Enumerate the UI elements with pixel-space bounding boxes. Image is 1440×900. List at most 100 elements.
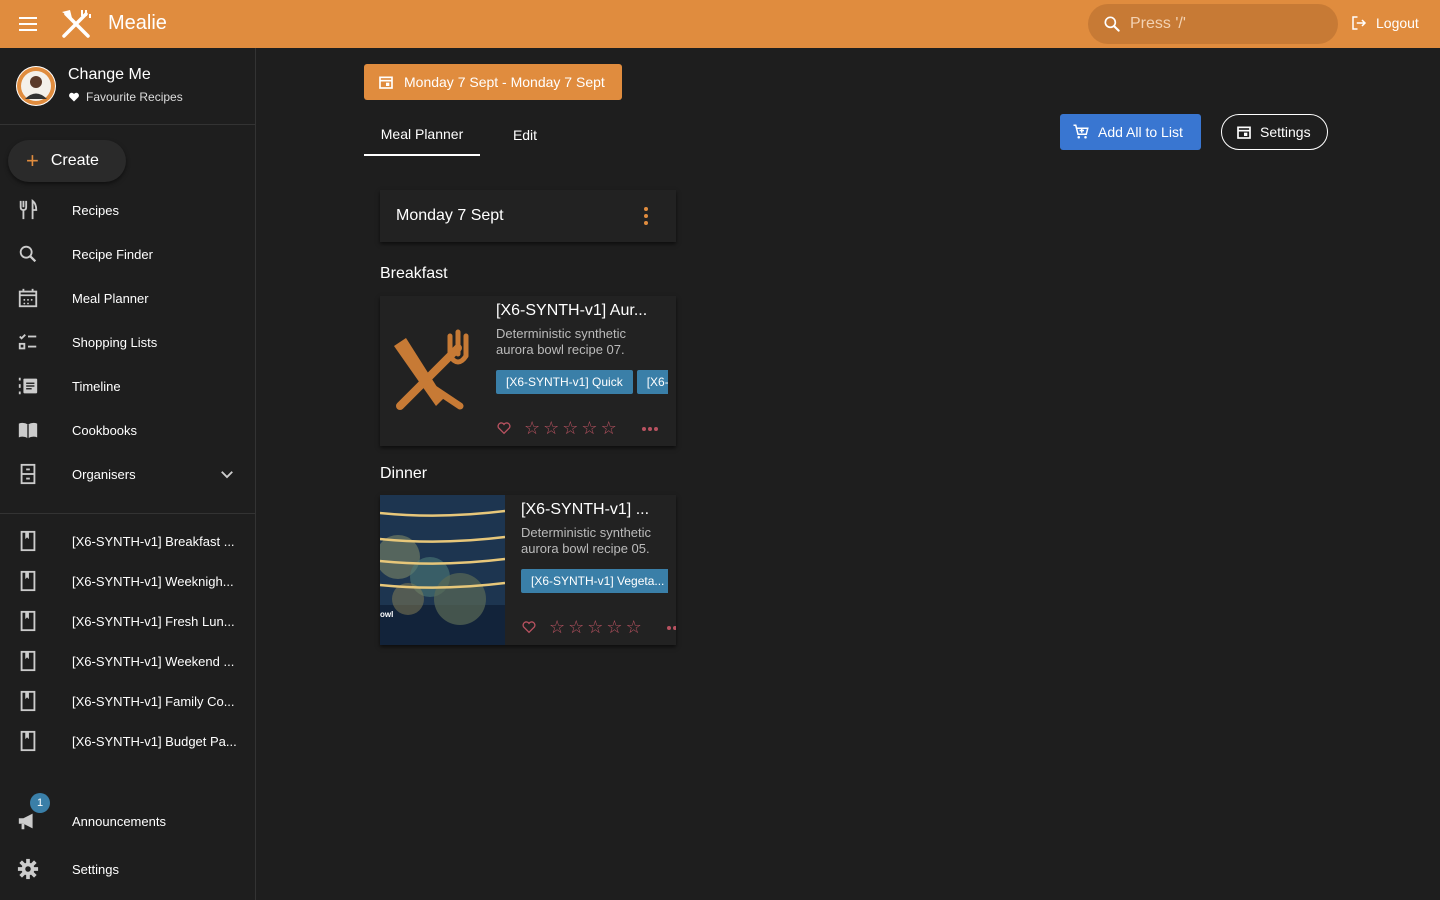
sidebar-item-cookbook[interactable]: [X6-SYNTH-v1] Fresh Lun... [0,601,256,641]
add-all-to-list-button[interactable]: Add All to List [1060,114,1201,150]
recipe-card[interactable]: [X6-SYNTH-v1] Aur... Deterministic synth… [380,296,676,446]
sidebar-item-label: Meal Planner [72,290,149,306]
recipe-title[interactable]: [X6-SYNTH-v1] ... [521,501,669,519]
sidebar-item-cookbook[interactable]: [X6-SYNTH-v1] Weekend ... [0,641,256,681]
gear-icon [17,858,39,880]
favourite-recipes-link[interactable]: Favourite Recipes [68,90,183,104]
tab-edit[interactable]: Edit [496,114,554,156]
planner-settings-label: Settings [1260,124,1311,140]
checklist-icon [18,334,37,350]
logout-icon [1352,16,1367,30]
recipe-title[interactable]: [X6-SYNTH-v1] Aur... [496,302,668,320]
search-input[interactable] [1130,15,1310,33]
bookmark-book-icon [20,730,36,752]
star-outline-icon[interactable]: ☆ [524,419,540,437]
fork-knife-icon [19,199,38,220]
sidebar-item-settings[interactable]: Settings [0,849,256,889]
recipe-image: owl [380,495,505,645]
day-title: Monday 7 Sept [396,207,504,224]
star-outline-icon[interactable]: ☆ [626,618,642,636]
add-all-label: Add All to List [1098,124,1183,140]
sidebar-item-label: [X6-SYNTH-v1] Fresh Lun... [72,613,235,629]
more-horizontal-icon[interactable] [667,626,676,630]
create-button[interactable]: + Create [8,140,126,182]
cart-icon [1073,124,1089,139]
star-rating[interactable]: ☆ ☆ ☆ ☆ ☆ [524,419,617,437]
bookmark-book-icon [20,650,36,672]
star-outline-icon[interactable]: ☆ [549,618,565,636]
search-icon [19,245,37,263]
recipe-description-line: Deterministic synthetic [496,326,627,341]
sidebar-item-label: Timeline [72,378,121,394]
star-outline-icon[interactable]: ☆ [562,419,578,437]
sidebar-item-cookbook[interactable]: [X6-SYNTH-v1] Budget Pa... [0,721,256,761]
star-outline-icon[interactable]: ☆ [601,419,617,437]
sidebar-item-recipe-finder[interactable]: Recipe Finder [0,234,256,274]
logout-button[interactable]: Logout [1350,14,1419,32]
chevron-down-icon[interactable] [218,465,236,483]
calendar-icon [18,288,38,308]
recipe-tag[interactable]: [X6- [636,370,668,394]
sidebar-item-meal-planner[interactable]: Meal Planner [0,278,256,318]
sidebar-item-recipes[interactable]: Recipes [0,190,256,230]
tab-meal-planner[interactable]: Meal Planner [364,114,480,156]
recipe-description-line: Deterministic synthetic [521,525,652,540]
sidebar-item-cookbooks[interactable]: Cookbooks [0,410,256,450]
app-title[interactable]: Mealie [108,12,167,35]
star-outline-icon[interactable]: ☆ [568,618,584,636]
recipe-tag[interactable]: [X6-SYNTH-v1] Vegeta... [521,569,668,593]
recipe-tags: [X6-SYNTH-v1] Vegeta... [521,569,668,593]
recipe-description-line: aurora bowl recipe 07. [496,342,625,357]
recipe-tag[interactable]: [X6-SYNTH-v1] Quick [496,370,633,394]
star-outline-icon[interactable]: ☆ [581,419,597,437]
sidebar: Change Me Favourite Recipes + Create Rec… [0,48,256,900]
plus-icon: + [26,148,39,173]
sidebar-item-shopping-lists[interactable]: Shopping Lists [0,322,256,362]
create-label: Create [50,152,99,169]
bookmark-book-icon [20,570,36,592]
recipe-actions: ☆ ☆ ☆ ☆ ☆ [521,618,642,636]
heart-outline-icon[interactable] [496,420,512,436]
sidebar-item-cookbook[interactable]: [X6-SYNTH-v1] Breakfast ... [0,521,256,561]
sidebar-item-label: [X6-SYNTH-v1] Breakfast ... [72,533,235,549]
sidebar-item-cookbook[interactable]: [X6-SYNTH-v1] Family Co... [0,681,256,721]
recipe-description: Deterministic synthetic aurora bowl reci… [496,326,626,358]
recipe-tags: [X6-SYNTH-v1] Quick [X6- [496,370,668,394]
star-rating[interactable]: ☆ ☆ ☆ ☆ ☆ [549,618,642,636]
mealie-logo-icon [62,10,91,38]
calendar-icon [379,76,393,89]
star-outline-icon[interactable]: ☆ [543,419,559,437]
more-horizontal-icon[interactable] [642,427,658,431]
sidebar-item-label: [X6-SYNTH-v1] Weeknigh... [72,573,234,589]
recipe-description-line: aurora bowl recipe 05. [521,541,650,556]
sidebar-item-timeline[interactable]: Timeline [0,366,256,406]
more-vertical-icon[interactable] [638,206,654,226]
search-icon [1104,16,1120,32]
sidebar-item-label: [X6-SYNTH-v1] Family Co... [72,693,235,709]
sidebar-item-announcements[interactable]: 1 Announcements [0,793,256,841]
avatar[interactable] [16,66,56,106]
sidebar-item-label: Announcements [72,813,166,829]
star-outline-icon[interactable]: ☆ [587,618,603,636]
search-box[interactable] [1088,4,1338,44]
menu-icon[interactable] [16,12,40,36]
sidebar-item-label: Organisers [72,466,136,482]
heart-outline-icon[interactable] [521,619,537,635]
recipe-image-caption: owl [380,610,393,619]
recipe-card[interactable]: owl [X6-SYNTH-v1] ... Deterministic synt… [380,495,676,645]
app-bar: Mealie Logout [0,0,1440,48]
sidebar-item-label: Recipes [72,202,119,218]
bookmark-book-icon [20,610,36,632]
meal-type-label: Dinner [380,465,428,482]
announcements-badge: 1 [30,793,50,813]
star-outline-icon[interactable]: ☆ [606,618,622,636]
book-open-icon [18,422,38,439]
date-range-button[interactable]: Monday 7 Sept - Monday 7 Sept [364,64,622,100]
calendar-icon [1237,126,1251,139]
meal-type-label: Breakfast [380,265,448,282]
sidebar-item-cookbook[interactable]: [X6-SYNTH-v1] Weeknigh... [0,561,256,601]
planner-settings-button[interactable]: Settings [1221,114,1328,150]
sidebar-item-organisers[interactable]: Organisers [0,454,256,494]
sidebar-item-label: [X6-SYNTH-v1] Budget Pa... [72,733,237,749]
fork-knife-placeholder-icon [380,296,490,446]
